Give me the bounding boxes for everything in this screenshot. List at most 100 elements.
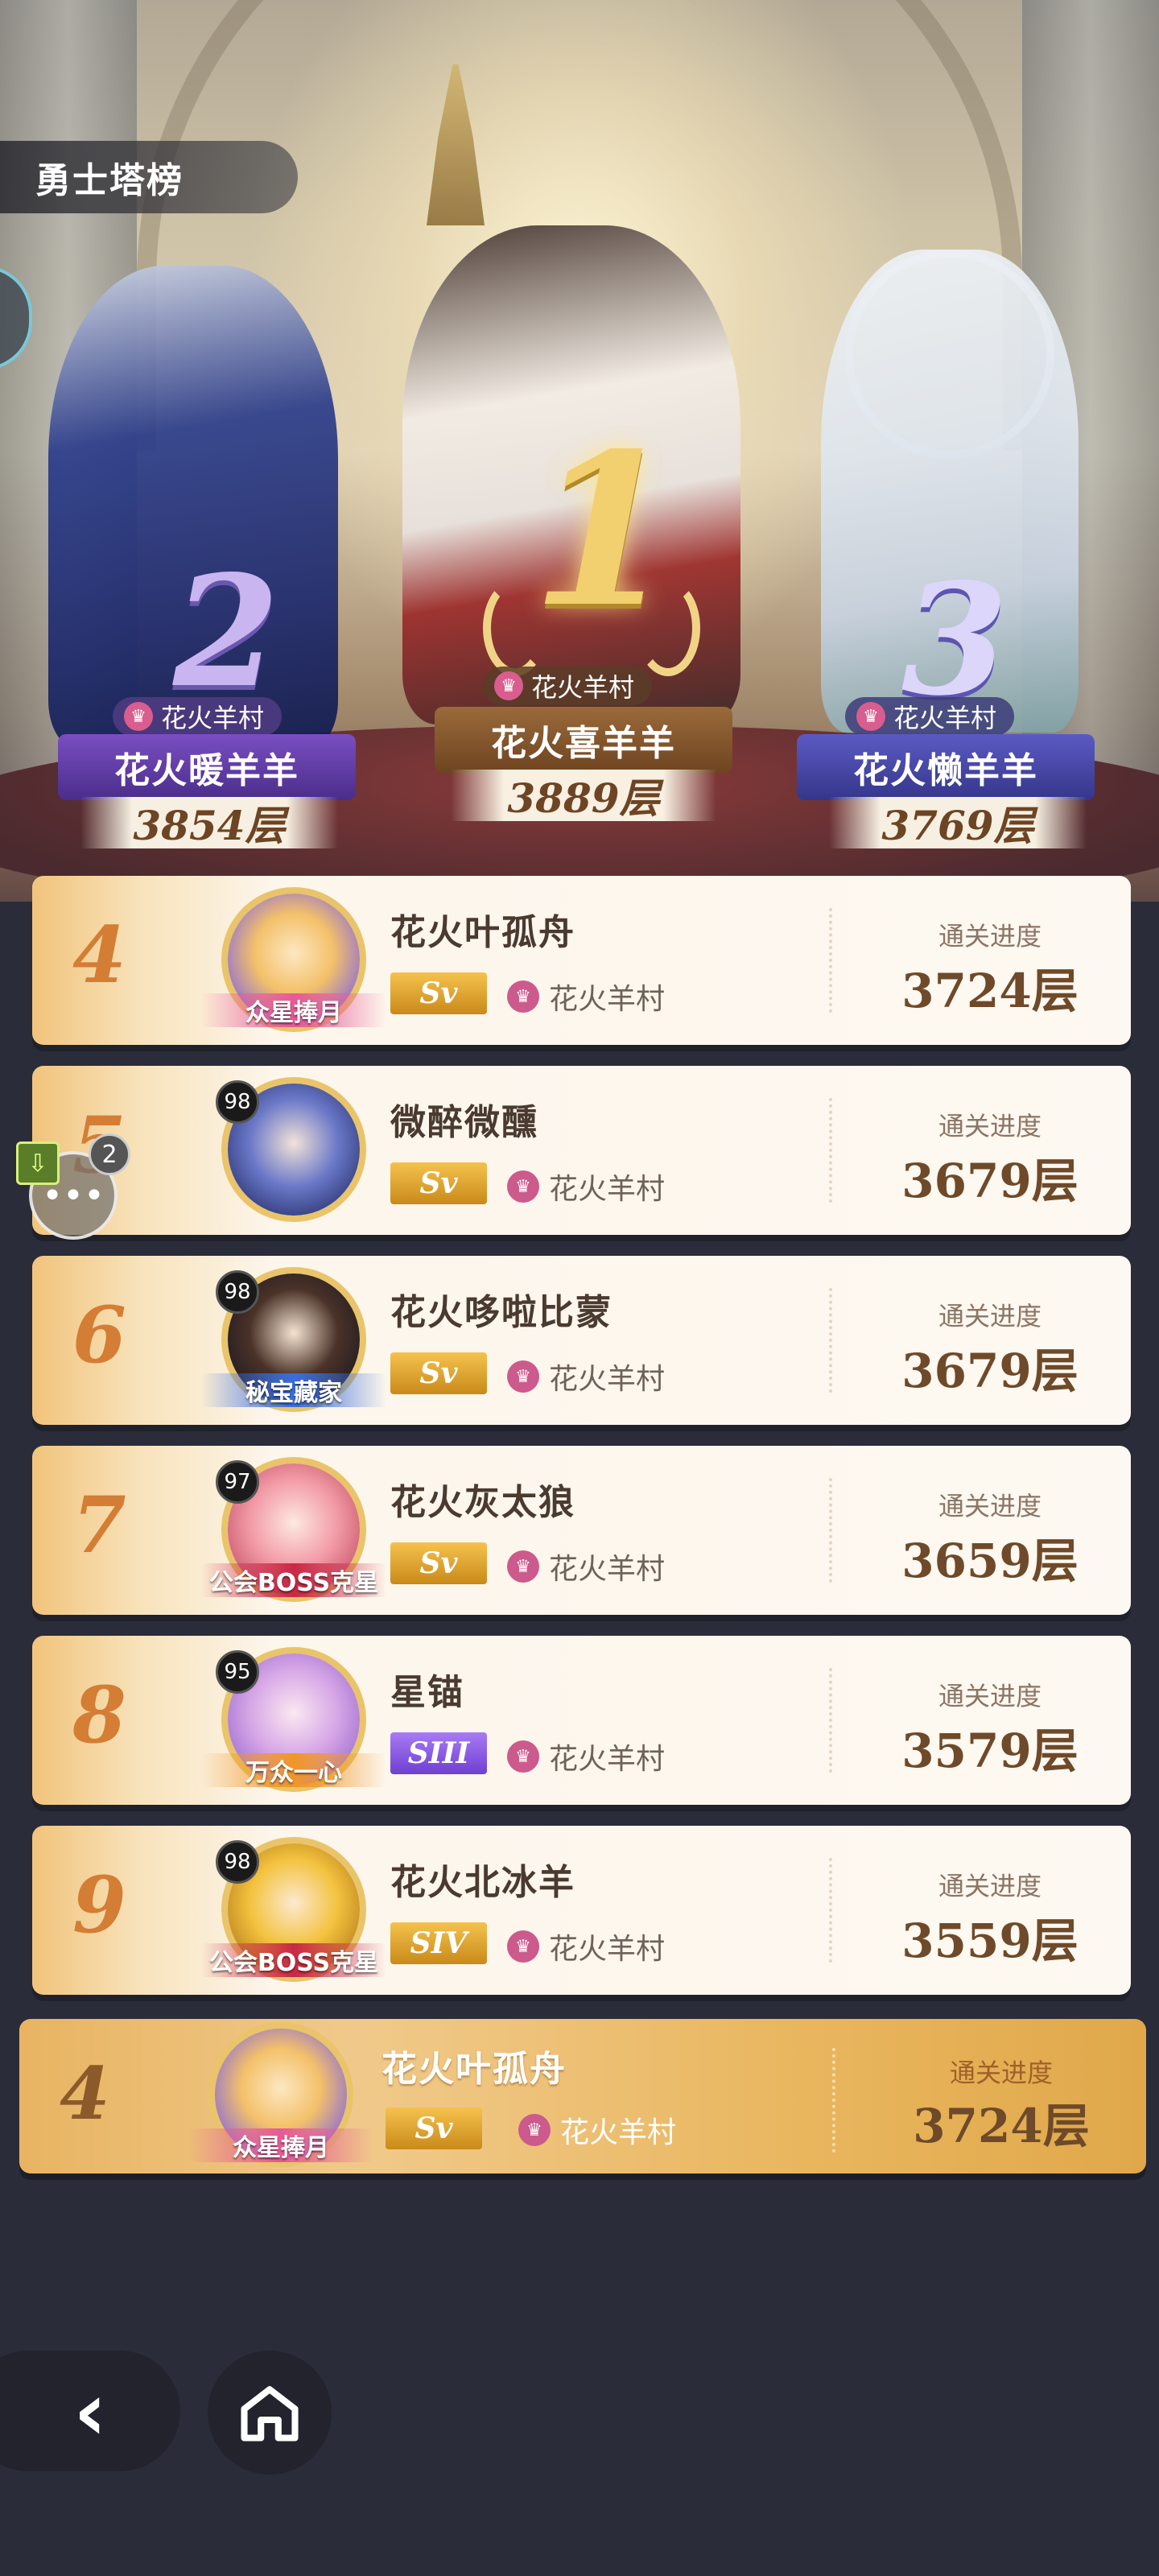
podium-3-score: 3769层 — [829, 797, 1087, 849]
divider — [829, 908, 832, 1013]
avatar[interactable]: 97 公会BOSS克星 — [193, 1457, 394, 1602]
rank-row-4[interactable]: 4 众星捧月 花火叶孤舟 Sv ♛ 花火羊村 通关进度 3724层 — [32, 876, 1131, 1045]
my-tier-badge: Sv — [386, 2107, 482, 2149]
progress-value: 3559层 — [901, 1913, 1079, 1968]
tier-badge: Sv — [390, 1162, 487, 1204]
podium-2-score: 3854层 — [80, 797, 338, 849]
rank-row-7[interactable]: 7 97 公会BOSS克星 花火灰太狼 Sv ♛ 花火羊村 通关进度 3659层 — [32, 1446, 1131, 1615]
guild-label: ♛ 花火羊村 — [507, 1736, 665, 1777]
player-name: 花火灰太狼 — [390, 1482, 575, 1523]
crown-icon: ♛ — [507, 1170, 539, 1203]
podium-1-guild: ♛ 花火羊村 — [483, 667, 653, 705]
my-avatar[interactable]: 众星捧月 — [180, 2022, 382, 2167]
tier-badge: SIII — [390, 1732, 487, 1774]
progress-label: 通关进度 — [938, 921, 1041, 952]
avatar[interactable]: 众星捧月 — [193, 887, 394, 1032]
crown-icon: ♛ — [124, 702, 153, 731]
my-guild-label: ♛ 花火羊村 — [518, 2109, 676, 2151]
avatar-title-badge: 万众一心 — [201, 1753, 386, 1787]
guild-name: 花火羊村 — [549, 1933, 666, 1966]
podium-1-score: 3889层 — [451, 770, 716, 822]
podium-3-name: 花火懒羊羊 — [797, 734, 1095, 800]
home-button[interactable] — [208, 2351, 332, 2475]
guild-name: 花火羊村 — [549, 983, 666, 1016]
my-rank-number: 4 — [60, 2051, 110, 2136]
rank-number: 4 — [72, 910, 126, 1001]
guild-label: ♛ 花火羊村 — [507, 1356, 665, 1397]
tier-badge: Sv — [390, 1542, 487, 1584]
tier-badge: Sv — [390, 972, 487, 1014]
progress-label: 通关进度 — [938, 1301, 1041, 1331]
progress-value: 3724层 — [901, 964, 1079, 1018]
progress-label: 通关进度 — [938, 1111, 1041, 1141]
rank-number: 7 — [72, 1480, 126, 1571]
player-name: 星锚 — [390, 1672, 464, 1713]
level-badge: 98 — [216, 1080, 259, 1124]
avatar[interactable]: 98 秘宝藏家 — [193, 1267, 394, 1412]
guild-name: 花火羊村 — [549, 1743, 666, 1776]
avatar-title-badge: 众星捧月 — [188, 2128, 373, 2162]
guild-label: ♛ 花火羊村 — [507, 1926, 665, 1967]
back-button[interactable]: ‹ — [0, 2351, 180, 2471]
progress-value: 3579层 — [901, 1724, 1079, 1778]
home-icon — [241, 2386, 299, 2442]
progress-label: 通关进度 — [938, 1871, 1041, 1901]
avatar[interactable]: 98 — [193, 1077, 394, 1222]
crown-icon: ♛ — [507, 1360, 539, 1393]
page-title-text: 勇士塔榜 — [35, 160, 184, 201]
tier-badge: SIV — [390, 1922, 487, 1964]
player-name: 花火哆啦比蒙 — [390, 1292, 612, 1333]
progress-value: 3679层 — [901, 1154, 1079, 1208]
my-player-name: 花火叶孤舟 — [382, 2049, 567, 2090]
progress-value: 3659层 — [901, 1534, 1079, 1588]
rank-row-8[interactable]: 8 95 万众一心 星锚 SIII ♛ 花火羊村 通关进度 3579层 — [32, 1636, 1131, 1805]
player-name: 花火叶孤舟 — [390, 912, 575, 953]
podium-2-guild-label: 花火羊村 — [161, 703, 265, 733]
page-title: 勇士塔榜 — [0, 141, 298, 213]
crown-icon: ♛ — [856, 702, 885, 731]
progress-label: 通关进度 — [938, 1681, 1041, 1711]
rank-row-5[interactable]: 5 98 微醉微醺 Sv ♛ 花火羊村 通关进度 3679层 — [32, 1066, 1131, 1235]
rank-number: 9 — [72, 1860, 126, 1951]
level-badge: 98 — [216, 1840, 259, 1884]
crown-icon: ♛ — [507, 1740, 539, 1773]
chat-unread-count: 2 — [89, 1133, 130, 1175]
progress-label: 通关进度 — [938, 1491, 1041, 1521]
my-rank-row[interactable]: 4 众星捧月 花火叶孤舟 Sv ♛ 花火羊村 通关进度 3724层 — [19, 2019, 1146, 2174]
crown-icon: ♛ — [507, 1550, 539, 1583]
guild-name: 花火羊村 — [549, 1363, 666, 1396]
rank-row-6[interactable]: 6 98 秘宝藏家 花火哆啦比蒙 Sv ♛ 花火羊村 通关进度 3679层 — [32, 1256, 1131, 1425]
divider — [829, 1668, 832, 1773]
avatar[interactable]: 95 万众一心 — [193, 1647, 394, 1792]
avatar-title-badge: 秘宝藏家 — [201, 1373, 386, 1407]
level-badge: 98 — [216, 1270, 259, 1314]
guild-name: 花火羊村 — [549, 1553, 666, 1586]
crown-icon: ♛ — [518, 2114, 551, 2146]
divider — [829, 1478, 832, 1583]
level-badge: 97 — [216, 1460, 259, 1504]
crown-icon: ♛ — [494, 671, 523, 700]
progress-value: 3679层 — [901, 1344, 1079, 1398]
avatar-title-badge: 公会BOSS克星 — [201, 1563, 386, 1597]
podium-2-name: 花火暖羊羊 — [58, 734, 356, 800]
level-badge: 95 — [216, 1650, 259, 1694]
chat-collapse-icon[interactable]: ⇩ — [16, 1141, 60, 1185]
player-name: 微醉微醺 — [390, 1102, 538, 1143]
chevron-left-icon: ‹ — [73, 2363, 107, 2458]
podium-rank-3: 3 — [901, 550, 1008, 729]
rank-row-9[interactable]: 9 98 公会BOSS克星 花火北冰羊 SIV ♛ 花火羊村 通关进度 3559… — [32, 1826, 1131, 1995]
avatar[interactable]: 98 公会BOSS克星 — [193, 1837, 394, 1982]
my-progress-value: 3724层 — [913, 2099, 1090, 2153]
tier-badge: Sv — [390, 1352, 487, 1394]
divider — [832, 2048, 835, 2153]
podium-3-guild: ♛ 花火羊村 — [845, 697, 1015, 736]
podium-rank-2: 2 — [173, 542, 280, 721]
podium-1-name: 花火喜羊羊 — [435, 707, 732, 773]
guild-label: ♛ 花火羊村 — [507, 1546, 665, 1587]
podium-3-guild-label: 花火羊村 — [893, 703, 997, 733]
podium-2-guild: ♛ 花火羊村 — [113, 697, 283, 736]
guild-label: ♛ 花火羊村 — [507, 976, 665, 1018]
podium-hero: 1 2 3 ♛ 花火羊村 花火喜羊羊 3889层 ♛ 花火羊村 花火暖羊羊 38… — [0, 0, 1159, 902]
divider — [829, 1288, 832, 1393]
rank-number: 8 — [72, 1670, 126, 1761]
